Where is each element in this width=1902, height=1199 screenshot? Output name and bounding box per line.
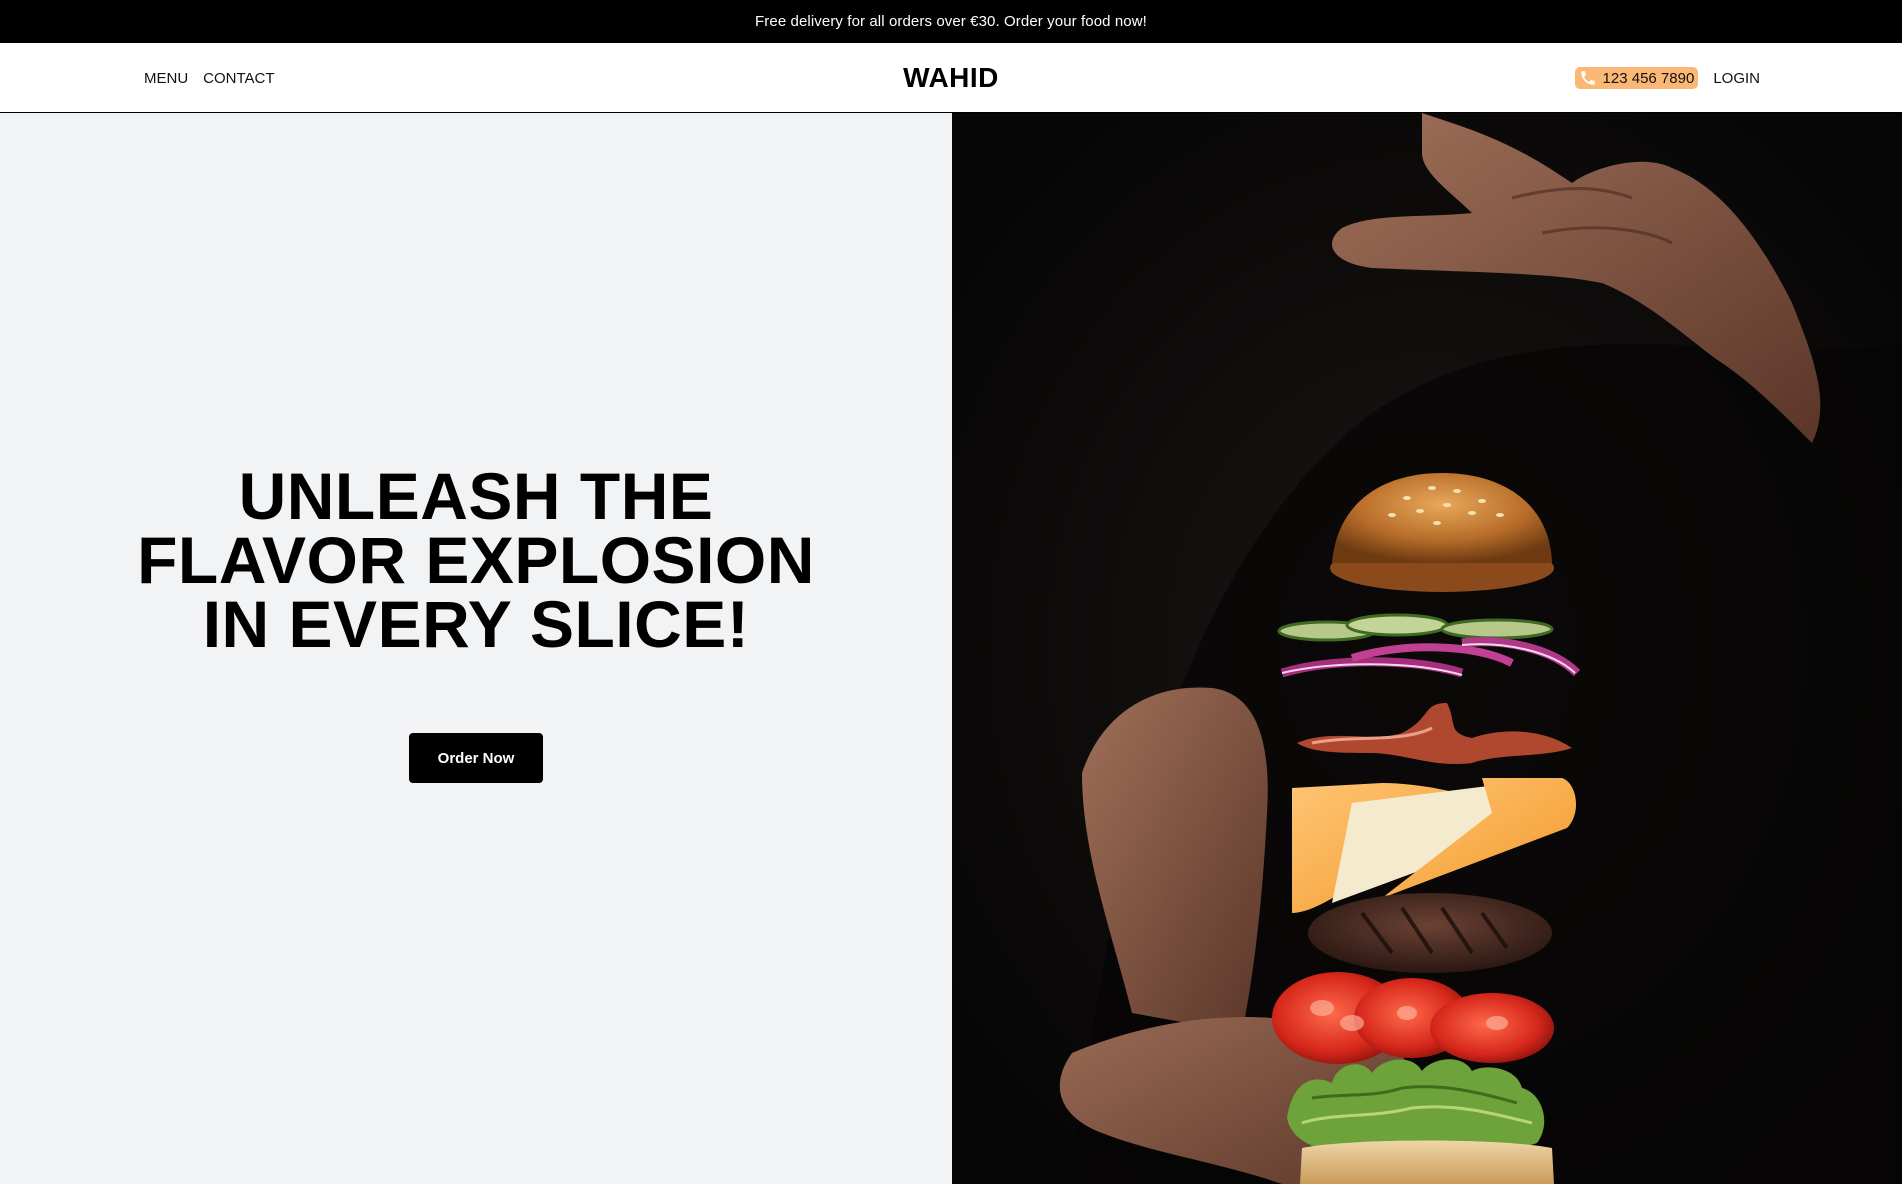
nav-menu-link[interactable]: MENU (144, 70, 188, 87)
hero-burger-image (952, 113, 1902, 1184)
hero-section: UNLEASH THE FLAVOR EXPLOSION IN EVERY SL… (0, 113, 1902, 1184)
login-link[interactable]: LOGIN (1713, 70, 1760, 87)
nav-left-links: MENU CONTACT (144, 43, 275, 113)
announcement-text: Free delivery for all orders over €30. O… (755, 13, 1147, 30)
navbar: MENU CONTACT WAHID 123 456 7890 LOGIN (0, 43, 1902, 113)
burger-illustration (952, 113, 1902, 1184)
nav-right-links: 123 456 7890 LOGIN (1574, 43, 1760, 113)
phone-icon (1579, 69, 1597, 87)
phone-number: 123 456 7890 (1602, 69, 1695, 87)
phone-button[interactable]: 123 456 7890 (1574, 67, 1699, 89)
hero-text-panel: UNLEASH THE FLAVOR EXPLOSION IN EVERY SL… (0, 113, 952, 1184)
order-now-button[interactable]: Order Now (409, 733, 543, 783)
hero-title: UNLEASH THE FLAVOR EXPLOSION IN EVERY SL… (137, 459, 815, 661)
nav-contact-link[interactable]: CONTACT (203, 70, 274, 87)
announcement-bar: Free delivery for all orders over €30. O… (0, 0, 1902, 43)
